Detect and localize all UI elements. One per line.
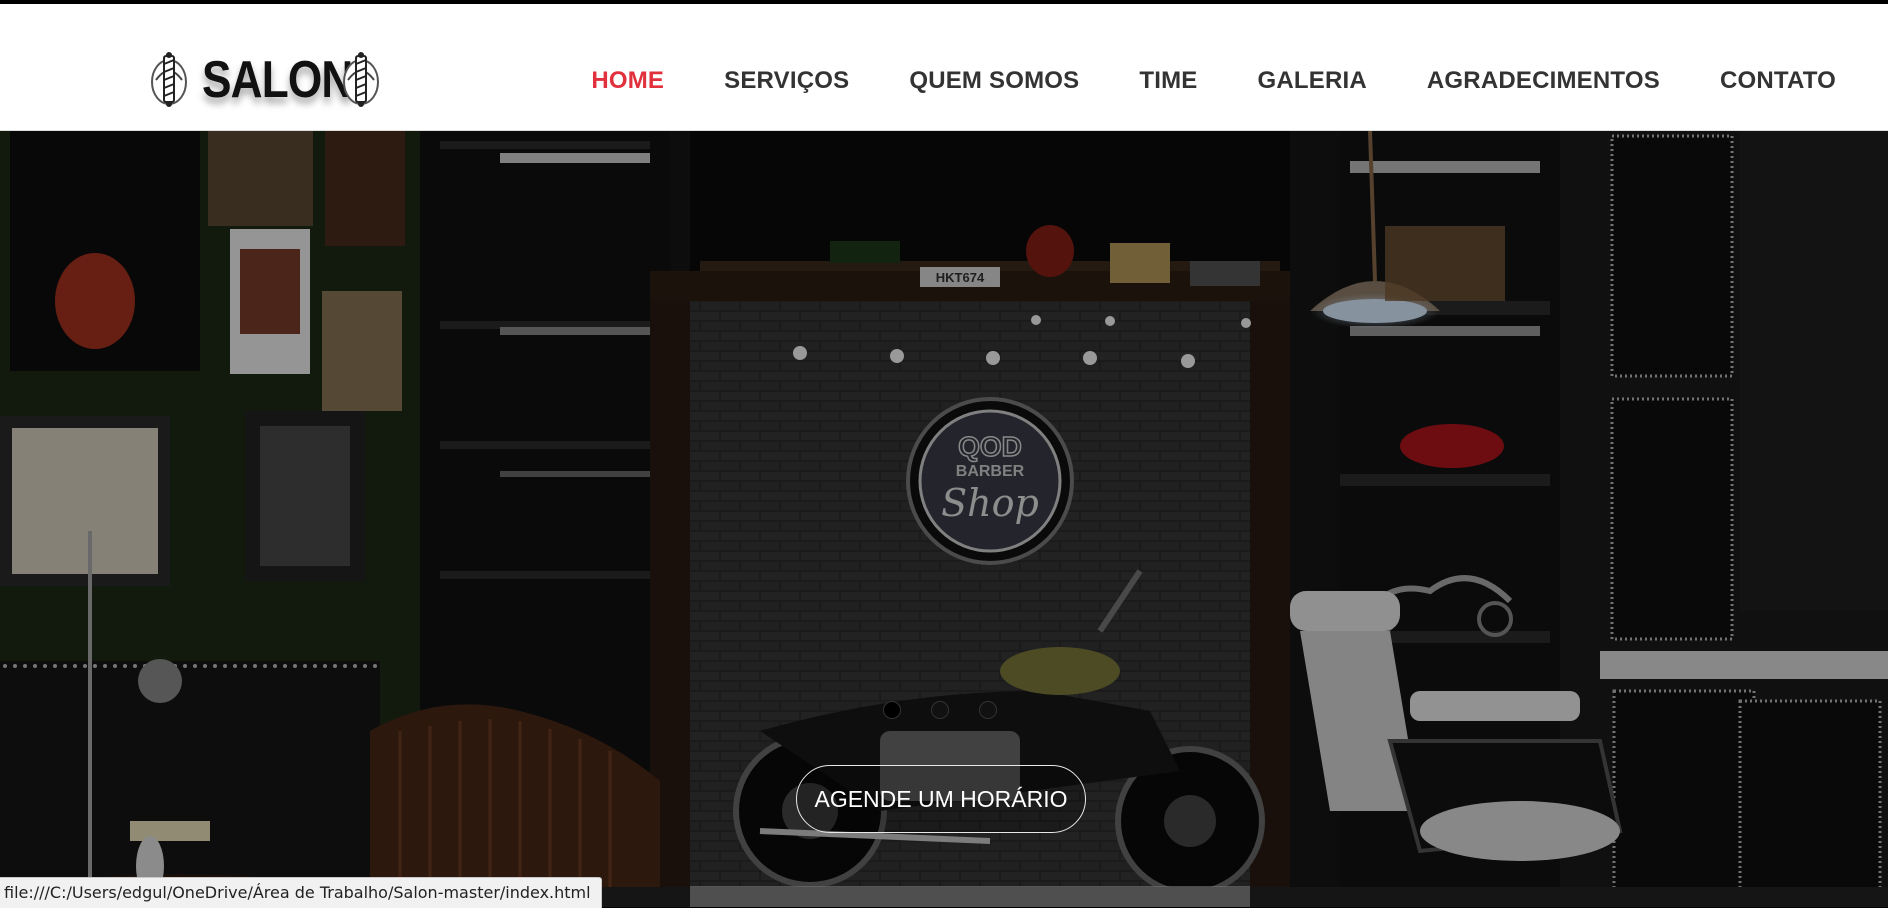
nav-item-servicos[interactable]: SERVIÇOS [724, 66, 849, 96]
carousel-dot-3[interactable] [979, 701, 997, 719]
site-header: SALON HOME SERVIÇOS QUEM SOMOS TIME GALE… [0, 4, 1888, 131]
hero-banner: HKT674 QOD BARBER Shop AGENDE UM HORÁRIO [0, 131, 1888, 907]
nav-item-quem-somos[interactable]: QUEM SOMOS [909, 66, 1079, 96]
nav-item-agradecimentos[interactable]: AGRADECIMENTOS [1427, 66, 1660, 96]
carousel-dot-1[interactable] [883, 701, 901, 719]
nav-item-time[interactable]: TIME [1139, 66, 1197, 96]
nav-item-galeria[interactable]: GALERIA [1257, 66, 1366, 96]
barber-pole-icon [151, 52, 187, 107]
logo-text: SALON [202, 51, 353, 109]
site-logo[interactable]: SALON [150, 48, 390, 114]
barber-pole-icon [343, 52, 379, 107]
schedule-button[interactable]: AGENDE UM HORÁRIO [796, 765, 1086, 833]
main-nav: HOME SERVIÇOS QUEM SOMOS TIME GALERIA AG… [591, 66, 1836, 96]
nav-item-contato[interactable]: CONTATO [1720, 66, 1836, 96]
carousel-dot-2[interactable] [931, 701, 949, 719]
carousel-indicators [883, 701, 1027, 719]
browser-status-url: file:///C:/Users/edgul/OneDrive/Área de … [0, 877, 602, 908]
nav-item-home[interactable]: HOME [591, 66, 664, 96]
